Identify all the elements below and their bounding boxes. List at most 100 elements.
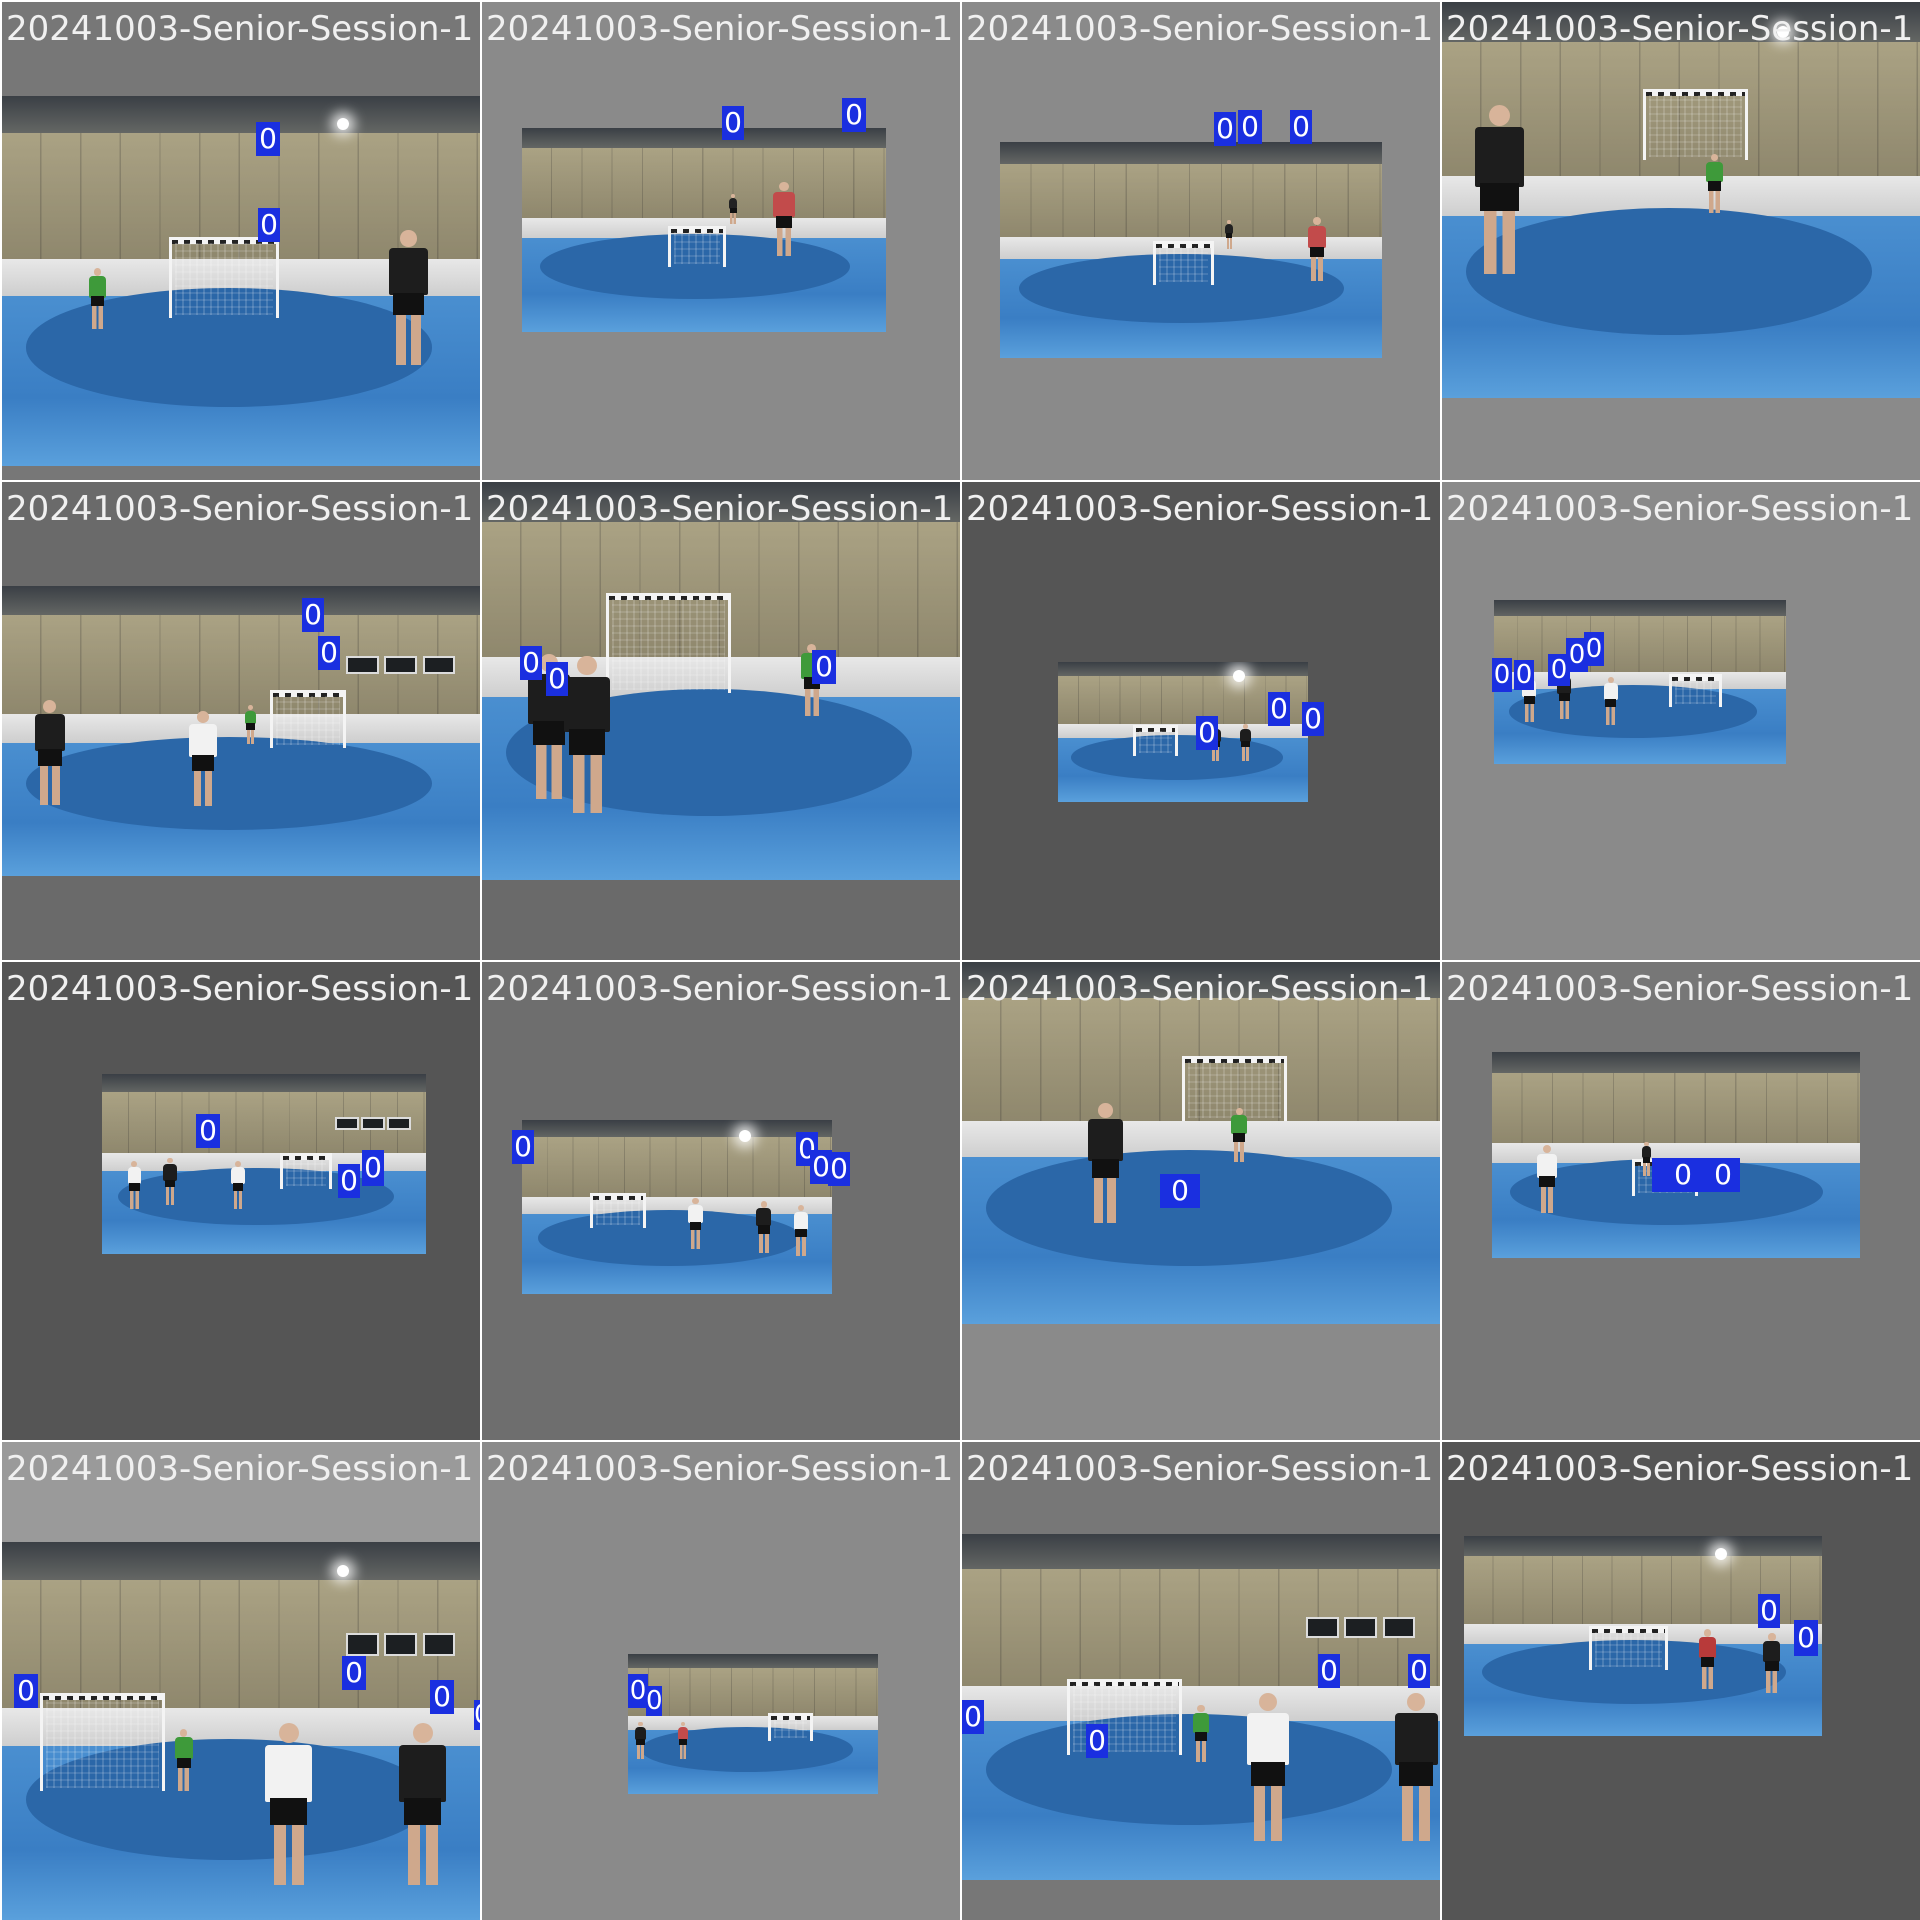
goal-net (673, 231, 720, 264)
player-shorts (1707, 181, 1722, 191)
player-head (692, 1197, 699, 1205)
player-shorts (37, 748, 62, 767)
player-shirt (1641, 1146, 1652, 1159)
goal-net (1595, 1632, 1663, 1667)
handball-goal (606, 593, 731, 693)
player-head (1313, 216, 1321, 225)
tile-caption: 20241003-Senior-Session-1 (6, 9, 474, 49)
player-shorts (1399, 1761, 1433, 1787)
player-shorts (757, 1225, 770, 1234)
detection-label: 0 (546, 662, 568, 696)
player-shirt (564, 676, 610, 732)
player (1698, 1629, 1716, 1690)
detection-label: 0 (1086, 1724, 1108, 1758)
player-shorts (1539, 1176, 1555, 1188)
player-shorts (176, 1758, 191, 1769)
tile-caption: 20241003-Senior-Session-1 (966, 969, 1434, 1009)
image-tile: 20241003-Senior-Session-1 (1442, 2, 1920, 480)
detection-label: 0 (256, 122, 280, 156)
player (1474, 104, 1524, 280)
player-shorts (1523, 695, 1535, 704)
player-shorts (1765, 1660, 1779, 1671)
player (1641, 1141, 1652, 1177)
detection-label: 0 (258, 208, 280, 242)
player (1603, 676, 1618, 727)
player-shirt (388, 248, 428, 296)
player-head (1607, 676, 1614, 683)
net-wall (1492, 1072, 1860, 1147)
tile-caption: 20241003-Senior-Session-1 (6, 969, 474, 1009)
player-shirt (1474, 127, 1524, 187)
tile-caption: 20241003-Senior-Session-1 (6, 489, 474, 529)
player (1246, 1692, 1290, 1846)
player (188, 710, 217, 810)
detection-label: 0 (1408, 1654, 1430, 1688)
detection-label: 0 (828, 1152, 850, 1186)
player-head (43, 699, 57, 713)
player-shirt (677, 1726, 689, 1740)
net-wall (522, 1137, 832, 1201)
player-shorts (191, 755, 214, 771)
detection-label: 0 (1584, 632, 1604, 666)
detection-label: 0 (474, 1700, 480, 1730)
player-shorts (1605, 699, 1617, 708)
player (564, 655, 610, 818)
player-head (93, 268, 102, 276)
detection-label: 0 (302, 598, 324, 632)
handball-court-photo (1492, 1052, 1860, 1258)
handball-court-photo (1000, 142, 1382, 358)
detection-label: 0 (430, 1680, 454, 1714)
player (1240, 724, 1251, 762)
detection-label: 0 (1268, 692, 1290, 726)
player-shirt (163, 1163, 177, 1181)
detection-label: 0 (1238, 110, 1262, 144)
player-shorts (404, 1798, 441, 1825)
tile-caption: 20241003-Senior-Session-1 (966, 489, 1434, 529)
goal-net (774, 1718, 807, 1738)
tile-caption: 20241003-Senior-Session-1 (966, 9, 1434, 49)
handball-goal (169, 236, 280, 318)
handball-goal (1133, 725, 1178, 756)
player (163, 1157, 177, 1207)
player-shorts (729, 208, 737, 213)
image-tile: 0 20241003-Senior-Session-1 (962, 962, 1440, 1440)
tile-caption: 20241003-Senior-Session-1 (1446, 9, 1914, 49)
player-head (680, 1721, 686, 1727)
window (335, 1117, 359, 1131)
player-shorts (569, 728, 605, 755)
player-head (248, 705, 253, 711)
image-tile: 0 0 20241003-Senior-Session-1 (482, 2, 960, 480)
detection-label: 0 (628, 1674, 648, 1708)
detection-label: 0 (1214, 112, 1236, 146)
detection-label: 0 (1318, 1654, 1340, 1688)
player-shorts (795, 1228, 807, 1238)
image-tile: 0 0 20241003-Senior-Session-1 (1442, 962, 1920, 1440)
player (1307, 216, 1327, 283)
player-shirt (34, 714, 65, 751)
image-tile: 0 0 0 20241003-Senior-Session-1 (962, 482, 1440, 960)
net-wall (628, 1668, 878, 1719)
handball-court-photo (1494, 600, 1786, 764)
player-shirt (1698, 1637, 1716, 1659)
handball-court-photo (1442, 2, 1920, 398)
net-wall (1494, 616, 1786, 676)
player-shirt (1240, 729, 1251, 743)
player-shorts (1091, 1158, 1119, 1179)
detection-label: 0 (722, 106, 744, 140)
player (34, 699, 65, 808)
player-head (412, 1723, 433, 1744)
image-tile: 0 0 0 20241003-Senior-Session-1 (2, 962, 480, 1440)
player-head (1098, 1103, 1113, 1118)
player (688, 1197, 704, 1251)
player-head (1488, 104, 1510, 126)
player-shirt (127, 1167, 142, 1185)
player (793, 1204, 809, 1258)
image-tile: 000020241003-Senior-Session-1 (482, 962, 960, 1440)
player-head (1710, 153, 1719, 162)
player (728, 193, 738, 225)
detection-label: 0 (1706, 1158, 1740, 1192)
tile-caption: 20241003-Senior-Session-1 (6, 1449, 474, 1489)
player-shirt (174, 1737, 193, 1760)
tile-caption: 20241003-Senior-Session-1 (486, 969, 954, 1009)
player (1394, 1692, 1438, 1846)
